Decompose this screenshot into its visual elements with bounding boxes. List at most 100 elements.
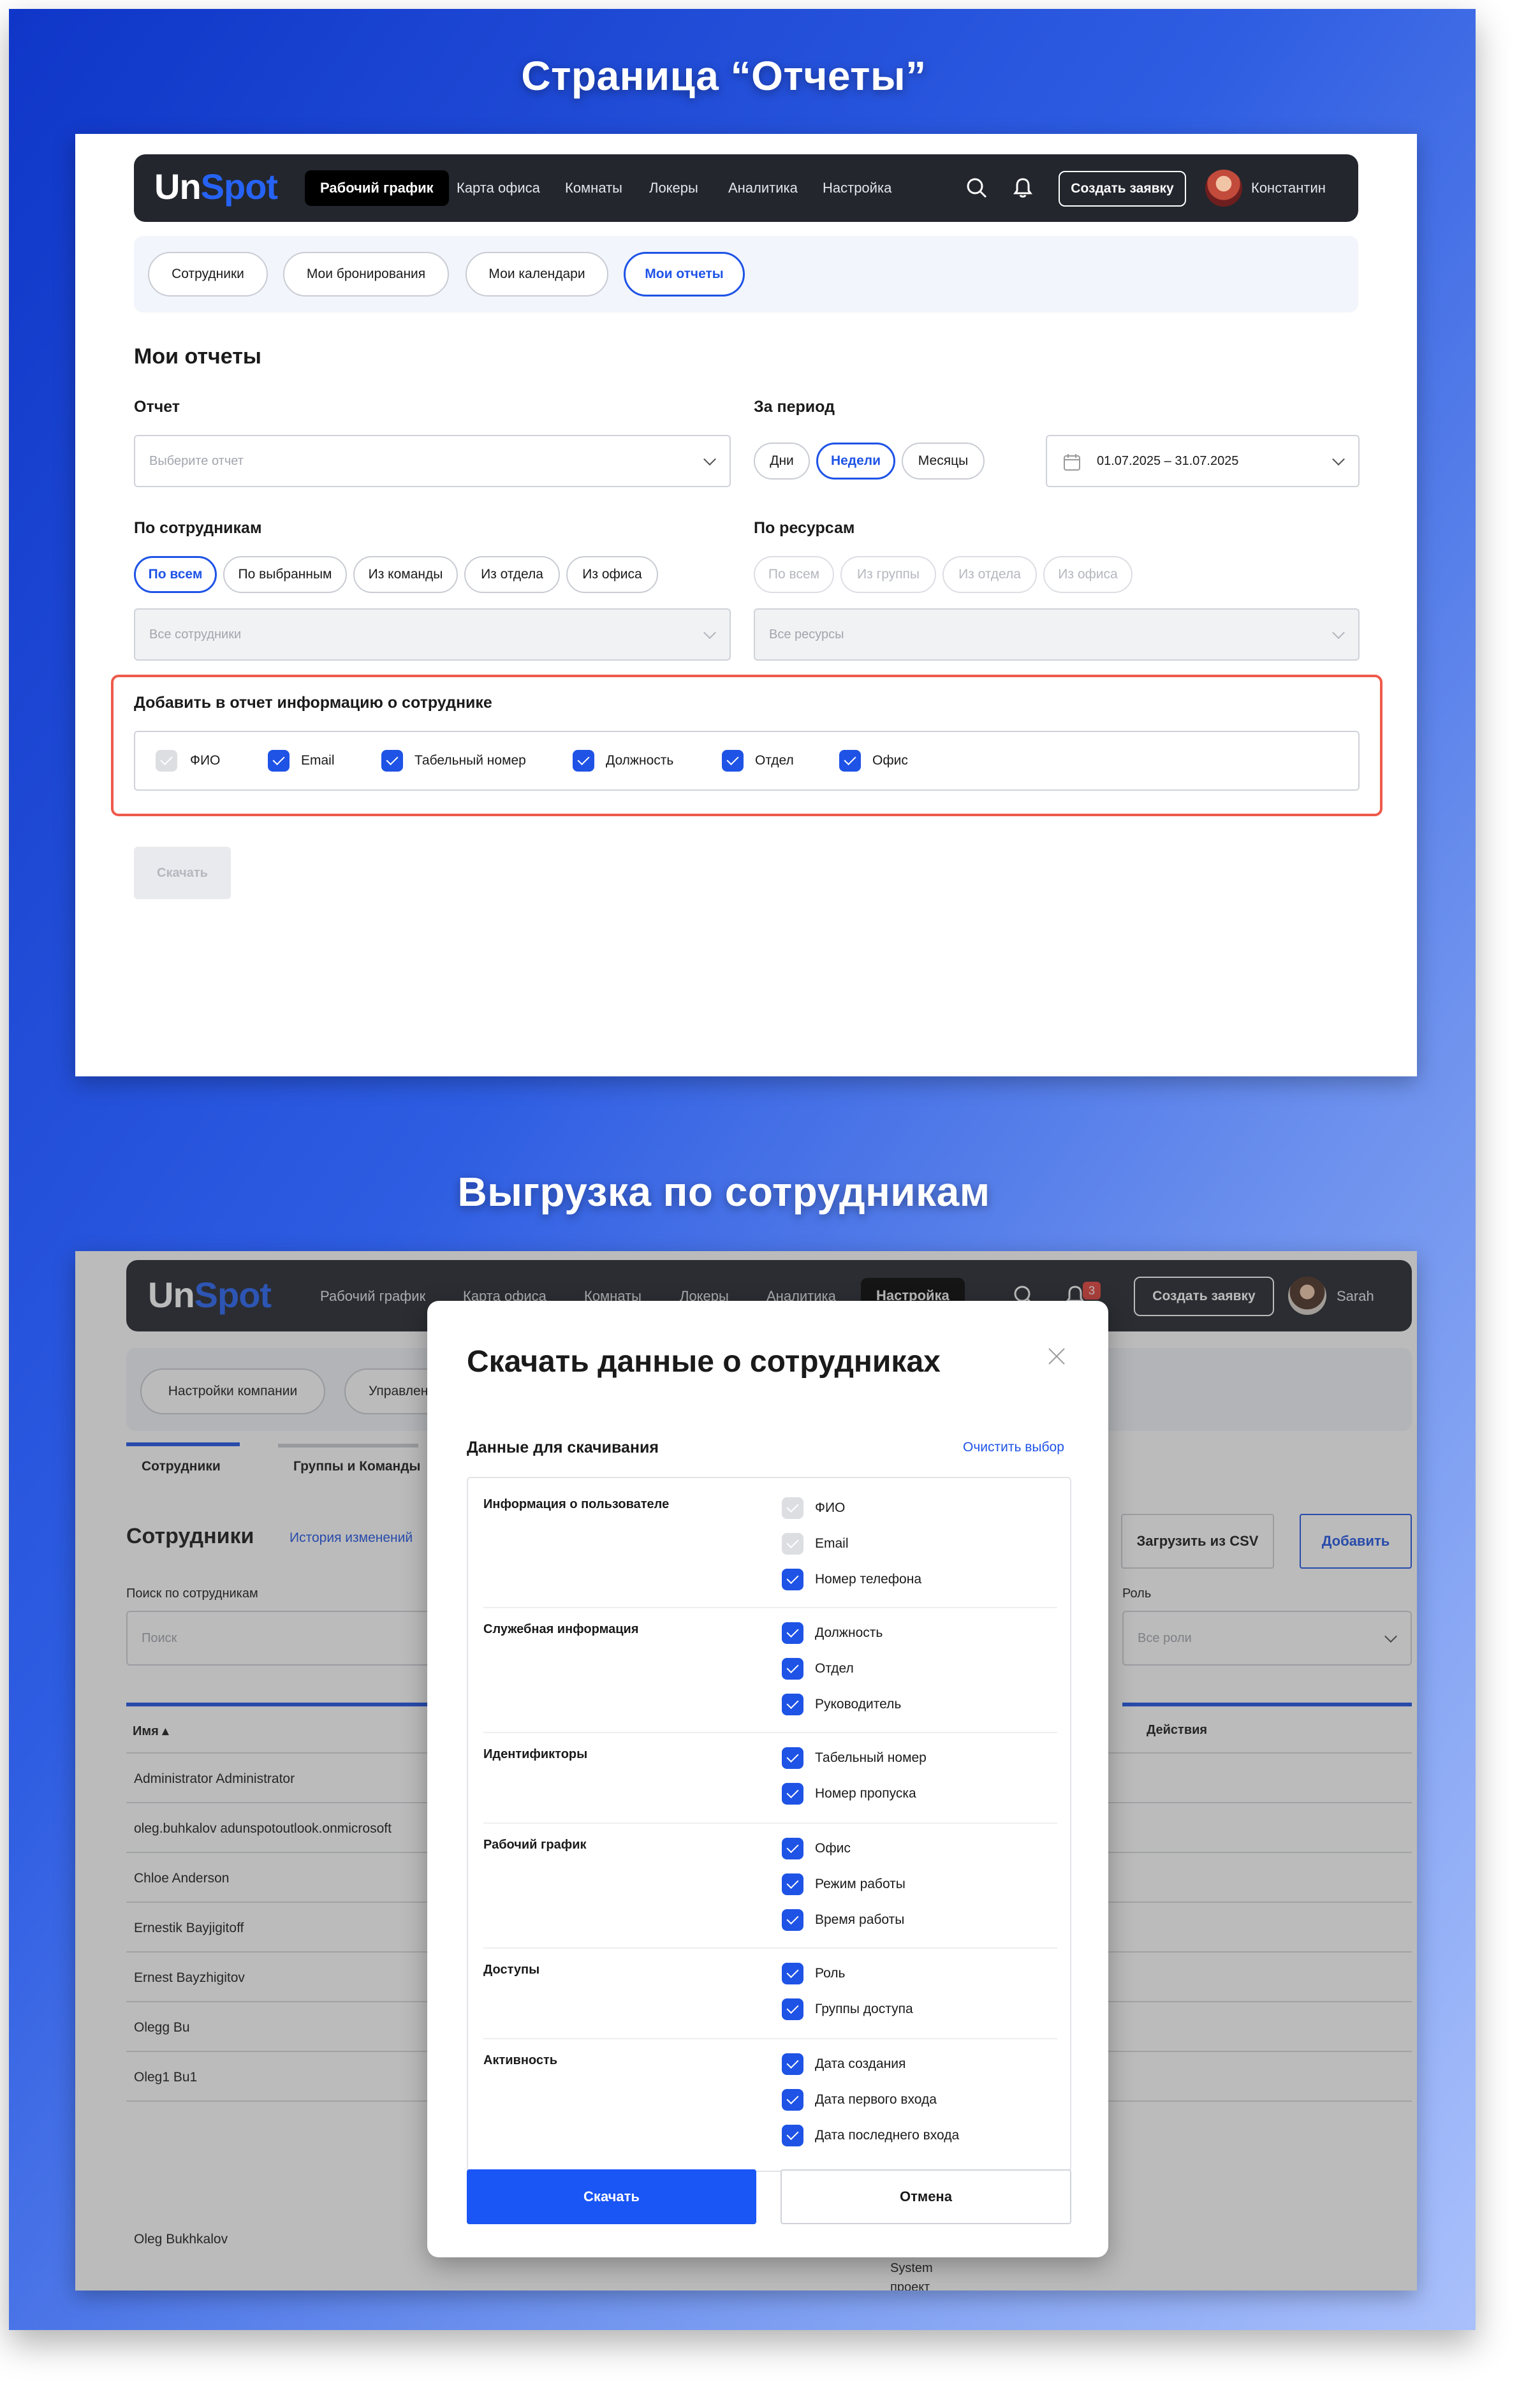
employees-selected[interactable]: По выбранным: [223, 556, 347, 593]
checkbox-fio[interactable]: [782, 1497, 803, 1519]
chevron-down-icon: [703, 453, 716, 466]
checkbox-label: Номер телефона: [815, 1572, 922, 1587]
nav-item-analytics[interactable]: Аналитика: [728, 180, 798, 196]
checkbox-label: Дата последнего входа: [815, 2128, 960, 2143]
checkbox-access-groups[interactable]: [782, 1998, 803, 2020]
checkbox-email[interactable]: [268, 750, 290, 772]
checkbox-label: Офис: [815, 1841, 851, 1856]
nav-item-lockers[interactable]: Локеры: [649, 180, 698, 196]
add-info-label: Добавить в отчет информацию о сотруднике: [134, 694, 492, 712]
section-title-reports: Страница “Отчеты”: [521, 53, 927, 99]
page-title: Мои отчеты: [134, 344, 261, 369]
report-select[interactable]: Выберите отчет: [134, 435, 731, 487]
tabs-bar: Сотрудники Мои бронирования Мои календар…: [134, 236, 1358, 312]
calendar-icon: [1064, 454, 1080, 471]
download-modal: Скачать данные о сотрудниках Данные для …: [427, 1301, 1108, 2257]
period-weeks[interactable]: Недели: [816, 443, 895, 480]
checkbox-label: Руководитель: [815, 1697, 902, 1712]
checkbox-last-login[interactable]: [782, 2125, 803, 2146]
resources-select[interactable]: Все ресурсы: [754, 608, 1360, 661]
checkbox-office[interactable]: [839, 750, 861, 772]
checkbox-label: ФИО: [190, 753, 221, 768]
checkbox-work-mode[interactable]: [782, 1873, 803, 1895]
resources-group[interactable]: Из группы: [840, 556, 936, 593]
checkbox-label: Табельный номер: [815, 1750, 927, 1765]
date-range-picker[interactable]: 01.07.2025 – 31.07.2025: [1046, 435, 1360, 487]
top-nav: UnSpot Рабочий график Карта офиса Комнат…: [134, 154, 1358, 222]
checkbox-tab-number[interactable]: [782, 1747, 803, 1769]
group-title: Информация о пользователе: [483, 1497, 670, 1511]
group-title: Доступы: [483, 1963, 540, 1977]
by-employees-label: По сотрудникам: [134, 519, 262, 537]
checkbox-phone[interactable]: [782, 1569, 803, 1590]
checkbox-fio[interactable]: [156, 750, 177, 772]
nav-item-schedule[interactable]: Рабочий график: [305, 170, 449, 206]
modal-subtitle: Данные для скачивания: [467, 1439, 659, 1456]
group-title: Служебная информация: [483, 1622, 639, 1636]
search-icon[interactable]: [965, 177, 988, 200]
tab-employees[interactable]: Сотрудники: [148, 252, 268, 297]
report-label: Отчет: [134, 398, 180, 416]
checkbox-department[interactable]: [722, 750, 744, 772]
checkbox-role[interactable]: [782, 1963, 803, 1984]
checkbox-label: Должность: [606, 753, 674, 768]
checkbox-label: Email: [301, 753, 335, 768]
checkbox-first-login[interactable]: [782, 2089, 803, 2111]
employees-team[interactable]: Из команды: [353, 556, 458, 593]
resources-all[interactable]: По всем: [754, 556, 834, 593]
modal-cancel-button[interactable]: Отмена: [781, 2169, 1071, 2224]
reports-page: UnSpot Рабочий график Карта офиса Комнат…: [75, 134, 1417, 1076]
group-separator: [483, 2038, 1057, 2039]
checkbox-label: Отдел: [755, 753, 794, 768]
employees-office[interactable]: Из офиса: [566, 556, 658, 593]
checkbox-office[interactable]: [782, 1838, 803, 1859]
fields-list: Информация о пользователе ФИО Email Номе…: [467, 1477, 1071, 2172]
employees-page: UnSpot Рабочий график Карта офиса Комнат…: [75, 1251, 1417, 2291]
tab-my-reports[interactable]: Мои отчеты: [624, 252, 745, 297]
user-name: Константин: [1251, 180, 1326, 196]
nav-item-settings[interactable]: Настройка: [823, 180, 891, 196]
info-checkbox-row: ФИО Email Табельный номер Должность Отде…: [134, 731, 1360, 791]
create-request-button[interactable]: Создать заявку: [1059, 171, 1186, 207]
checkbox-label: ФИО: [815, 1500, 846, 1515]
resources-department[interactable]: Из отдела: [942, 556, 1037, 593]
period-label: За период: [754, 398, 835, 416]
group-title: Активность: [483, 2053, 558, 2067]
avatar[interactable]: [1205, 170, 1242, 207]
period-days[interactable]: Дни: [754, 443, 810, 480]
checkbox-email[interactable]: [782, 1533, 803, 1555]
close-icon[interactable]: [1046, 1345, 1067, 1367]
group-separator: [483, 1607, 1057, 1608]
checkbox-created-date[interactable]: [782, 2053, 803, 2075]
checkbox-label: Дата создания: [815, 2056, 906, 2071]
tab-my-calendars[interactable]: Мои календари: [466, 252, 608, 297]
checkbox-work-time[interactable]: [782, 1909, 803, 1931]
period-months[interactable]: Месяцы: [902, 443, 985, 480]
checkbox-label: Роль: [815, 1966, 846, 1981]
clear-selection-link[interactable]: Очистить выбор: [963, 1440, 1064, 1455]
nav-item-office-map[interactable]: Карта офиса: [457, 180, 540, 196]
employees-select[interactable]: Все сотрудники: [134, 608, 731, 661]
group-separator: [483, 1947, 1057, 1949]
download-button[interactable]: Скачать: [134, 847, 231, 899]
bell-icon[interactable]: [1011, 177, 1034, 200]
tab-my-bookings[interactable]: Мои бронирования: [283, 252, 449, 297]
logo[interactable]: UnSpot: [154, 166, 278, 207]
nav-item-rooms[interactable]: Комнаты: [565, 180, 622, 196]
checkbox-label: Отдел: [815, 1661, 854, 1676]
checkbox-manager[interactable]: [782, 1694, 803, 1715]
checkbox-department[interactable]: [782, 1658, 803, 1680]
checkbox-position[interactable]: [782, 1622, 803, 1644]
checkbox-position[interactable]: [573, 750, 594, 772]
checkbox-label: Табельный номер: [414, 753, 526, 768]
checkbox-pass-number[interactable]: [782, 1783, 803, 1805]
group-separator: [483, 1822, 1057, 1824]
modal-download-button[interactable]: Скачать: [467, 2169, 756, 2224]
resources-office[interactable]: Из офиса: [1043, 556, 1133, 593]
employees-department[interactable]: Из отдела: [464, 556, 560, 593]
group-title: Идентификторы: [483, 1747, 588, 1761]
group-title: Рабочий график: [483, 1838, 587, 1852]
checkbox-tab-number[interactable]: [381, 750, 403, 772]
employees-all[interactable]: По всем: [134, 556, 217, 593]
chevron-down-icon: [1332, 626, 1345, 640]
